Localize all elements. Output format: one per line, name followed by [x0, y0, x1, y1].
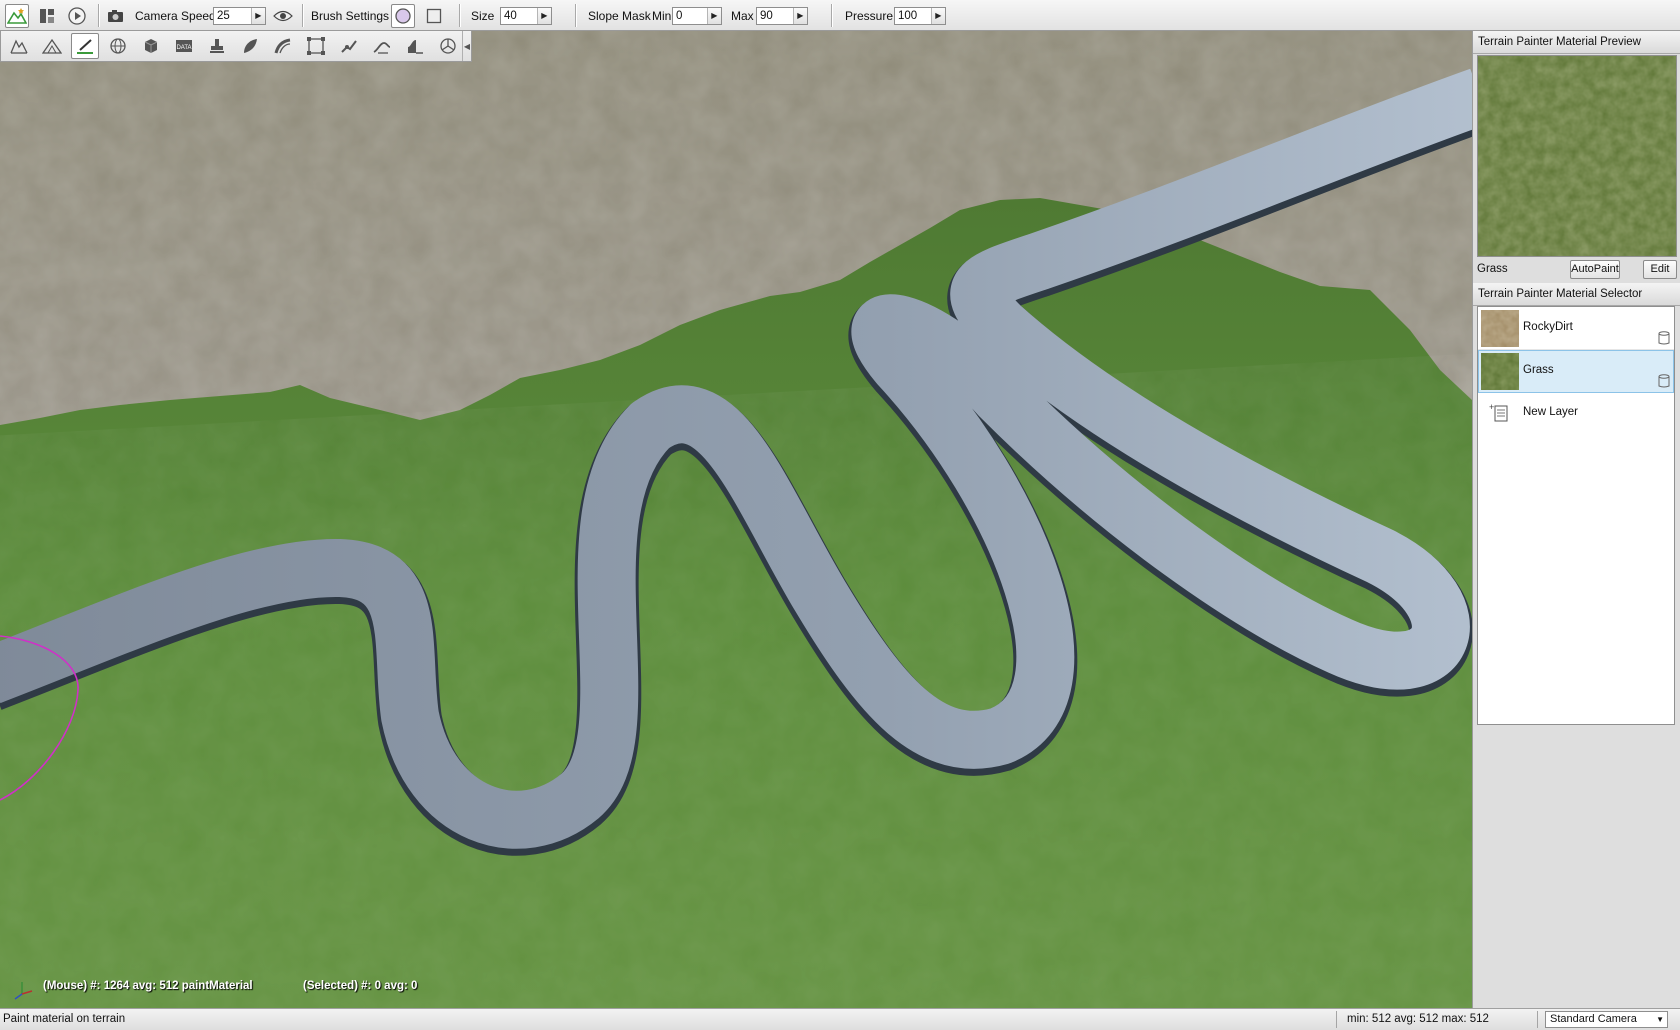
foliage-icon[interactable]	[236, 33, 264, 59]
data-icon[interactable]: DATA	[170, 33, 198, 59]
grid-transform-icon[interactable]	[302, 33, 330, 59]
slope-max-spinner[interactable]: 90 ▶	[756, 6, 808, 25]
material-preview-title: Terrain Painter Material Preview	[1473, 31, 1680, 54]
new-layer-label: New Layer	[1523, 406, 1578, 418]
slope-icon[interactable]	[401, 33, 429, 59]
scene-viewport[interactable]: (Mouse) #: 1264 avg: 512 paintMaterial (…	[0, 31, 1472, 1008]
status-message: Paint material on terrain	[3, 1013, 126, 1025]
height-stats: min: 512 avg: 512 max: 512	[1347, 1013, 1489, 1025]
autopaint-button[interactable]: AutoPaint	[1570, 260, 1620, 279]
grass-thumbnail	[1481, 353, 1519, 390]
size-spinner[interactable]: 40 ▶	[500, 6, 552, 25]
square-brush-icon[interactable]	[422, 4, 446, 28]
delete-material-icon[interactable]	[1658, 374, 1670, 391]
circle-brush-icon[interactable]	[391, 3, 415, 28]
camera-speed-value[interactable]: 25	[214, 8, 251, 24]
slope-min-spinner[interactable]: 0 ▶	[672, 6, 722, 25]
svg-text:DATA: DATA	[176, 45, 191, 51]
status-divider	[1336, 1011, 1337, 1028]
camera-mode-value: Standard Camera	[1550, 1013, 1637, 1025]
mouse-stats: (Mouse) #: 1264 avg: 512 paintMaterial	[43, 980, 253, 992]
size-label: Size	[471, 8, 495, 23]
status-divider	[1537, 1011, 1538, 1028]
palette-collapse-icon[interactable]: ◀	[462, 31, 471, 61]
new-layer-item[interactable]: + New Layer	[1478, 393, 1674, 433]
camera-speed-arrow-icon[interactable]: ▶	[250, 7, 265, 24]
noise-icon[interactable]	[434, 33, 462, 59]
edit-material-button[interactable]: Edit	[1643, 260, 1677, 279]
slope-max-label: Max	[731, 8, 754, 23]
material-selector-title: Terrain Painter Material Selector	[1473, 283, 1680, 306]
camera-speed-spinner[interactable]: 25 ▶	[213, 6, 266, 25]
terrain-tool-palette: DATA ◀	[0, 31, 472, 62]
raise-lower-height-icon[interactable]	[38, 33, 66, 59]
material-name-rockydirt: RockyDirt	[1523, 321, 1573, 333]
size-arrow-icon[interactable]: ▶	[536, 7, 551, 24]
slope-min-label: Min	[652, 8, 672, 23]
material-name-grass: Grass	[1523, 364, 1554, 376]
terrain-scene[interactable]	[0, 31, 1472, 1008]
terrain-editor-icon[interactable]	[5, 3, 29, 28]
box-icon[interactable]	[137, 33, 165, 59]
svg-text:+: +	[1489, 403, 1494, 412]
camera-icon[interactable]	[104, 4, 128, 28]
preview-material-name: Grass	[1477, 263, 1508, 275]
gui-editor-icon[interactable]	[35, 4, 59, 28]
world-icon[interactable]	[104, 33, 132, 59]
brush-settings-label: Brush Settings	[311, 8, 390, 23]
size-value[interactable]: 40	[501, 8, 537, 24]
new-layer-icon: +	[1489, 402, 1509, 426]
stamp-icon[interactable]	[203, 33, 231, 59]
select-object-icon[interactable]	[5, 33, 33, 59]
camera-mode-select[interactable]: Standard Camera ▼	[1545, 1011, 1668, 1028]
slope-max-arrow-icon[interactable]: ▶	[792, 7, 807, 24]
status-bar: Paint material on terrain min: 512 avg: …	[0, 1008, 1680, 1030]
flatten-icon[interactable]	[368, 33, 396, 59]
play-game-icon[interactable]	[65, 4, 89, 28]
road-icon[interactable]	[269, 33, 297, 59]
paint-material-icon[interactable]	[71, 33, 99, 59]
pressure-spinner[interactable]: 100 ▶	[894, 6, 946, 25]
pressure-label: Pressure	[845, 8, 894, 23]
pressure-value[interactable]: 100	[895, 8, 931, 24]
slope-min-arrow-icon[interactable]: ▶	[706, 7, 721, 24]
selected-stats: (Selected) #: 0 avg: 0	[303, 980, 418, 992]
material-item-rockydirt[interactable]: RockyDirt	[1478, 307, 1674, 350]
main-toolbar: Camera Speed 25 ▶ Brush Settings Size 40…	[0, 0, 1680, 31]
pressure-arrow-icon[interactable]: ▶	[930, 7, 945, 24]
right-panel: Terrain Painter Material Preview Grass A…	[1472, 31, 1680, 1008]
material-list: RockyDirt Grass + New Layer	[1477, 306, 1675, 725]
slope-min-value[interactable]: 0	[673, 8, 707, 24]
material-preview-image	[1477, 55, 1677, 257]
slope-mask-label: Slope Mask	[588, 8, 651, 23]
material-item-grass[interactable]: Grass	[1478, 350, 1674, 393]
material-preview-bar: Grass AutoPaint Edit	[1473, 258, 1679, 282]
visibility-eye-icon[interactable]	[271, 4, 295, 28]
smooth-icon[interactable]	[335, 33, 363, 59]
camera-speed-label: Camera Speed	[135, 8, 216, 23]
rockydirt-thumbnail	[1481, 310, 1519, 347]
delete-material-icon[interactable]	[1658, 331, 1670, 348]
slope-max-value[interactable]: 90	[757, 8, 793, 24]
chevron-down-icon: ▼	[1656, 1015, 1664, 1024]
